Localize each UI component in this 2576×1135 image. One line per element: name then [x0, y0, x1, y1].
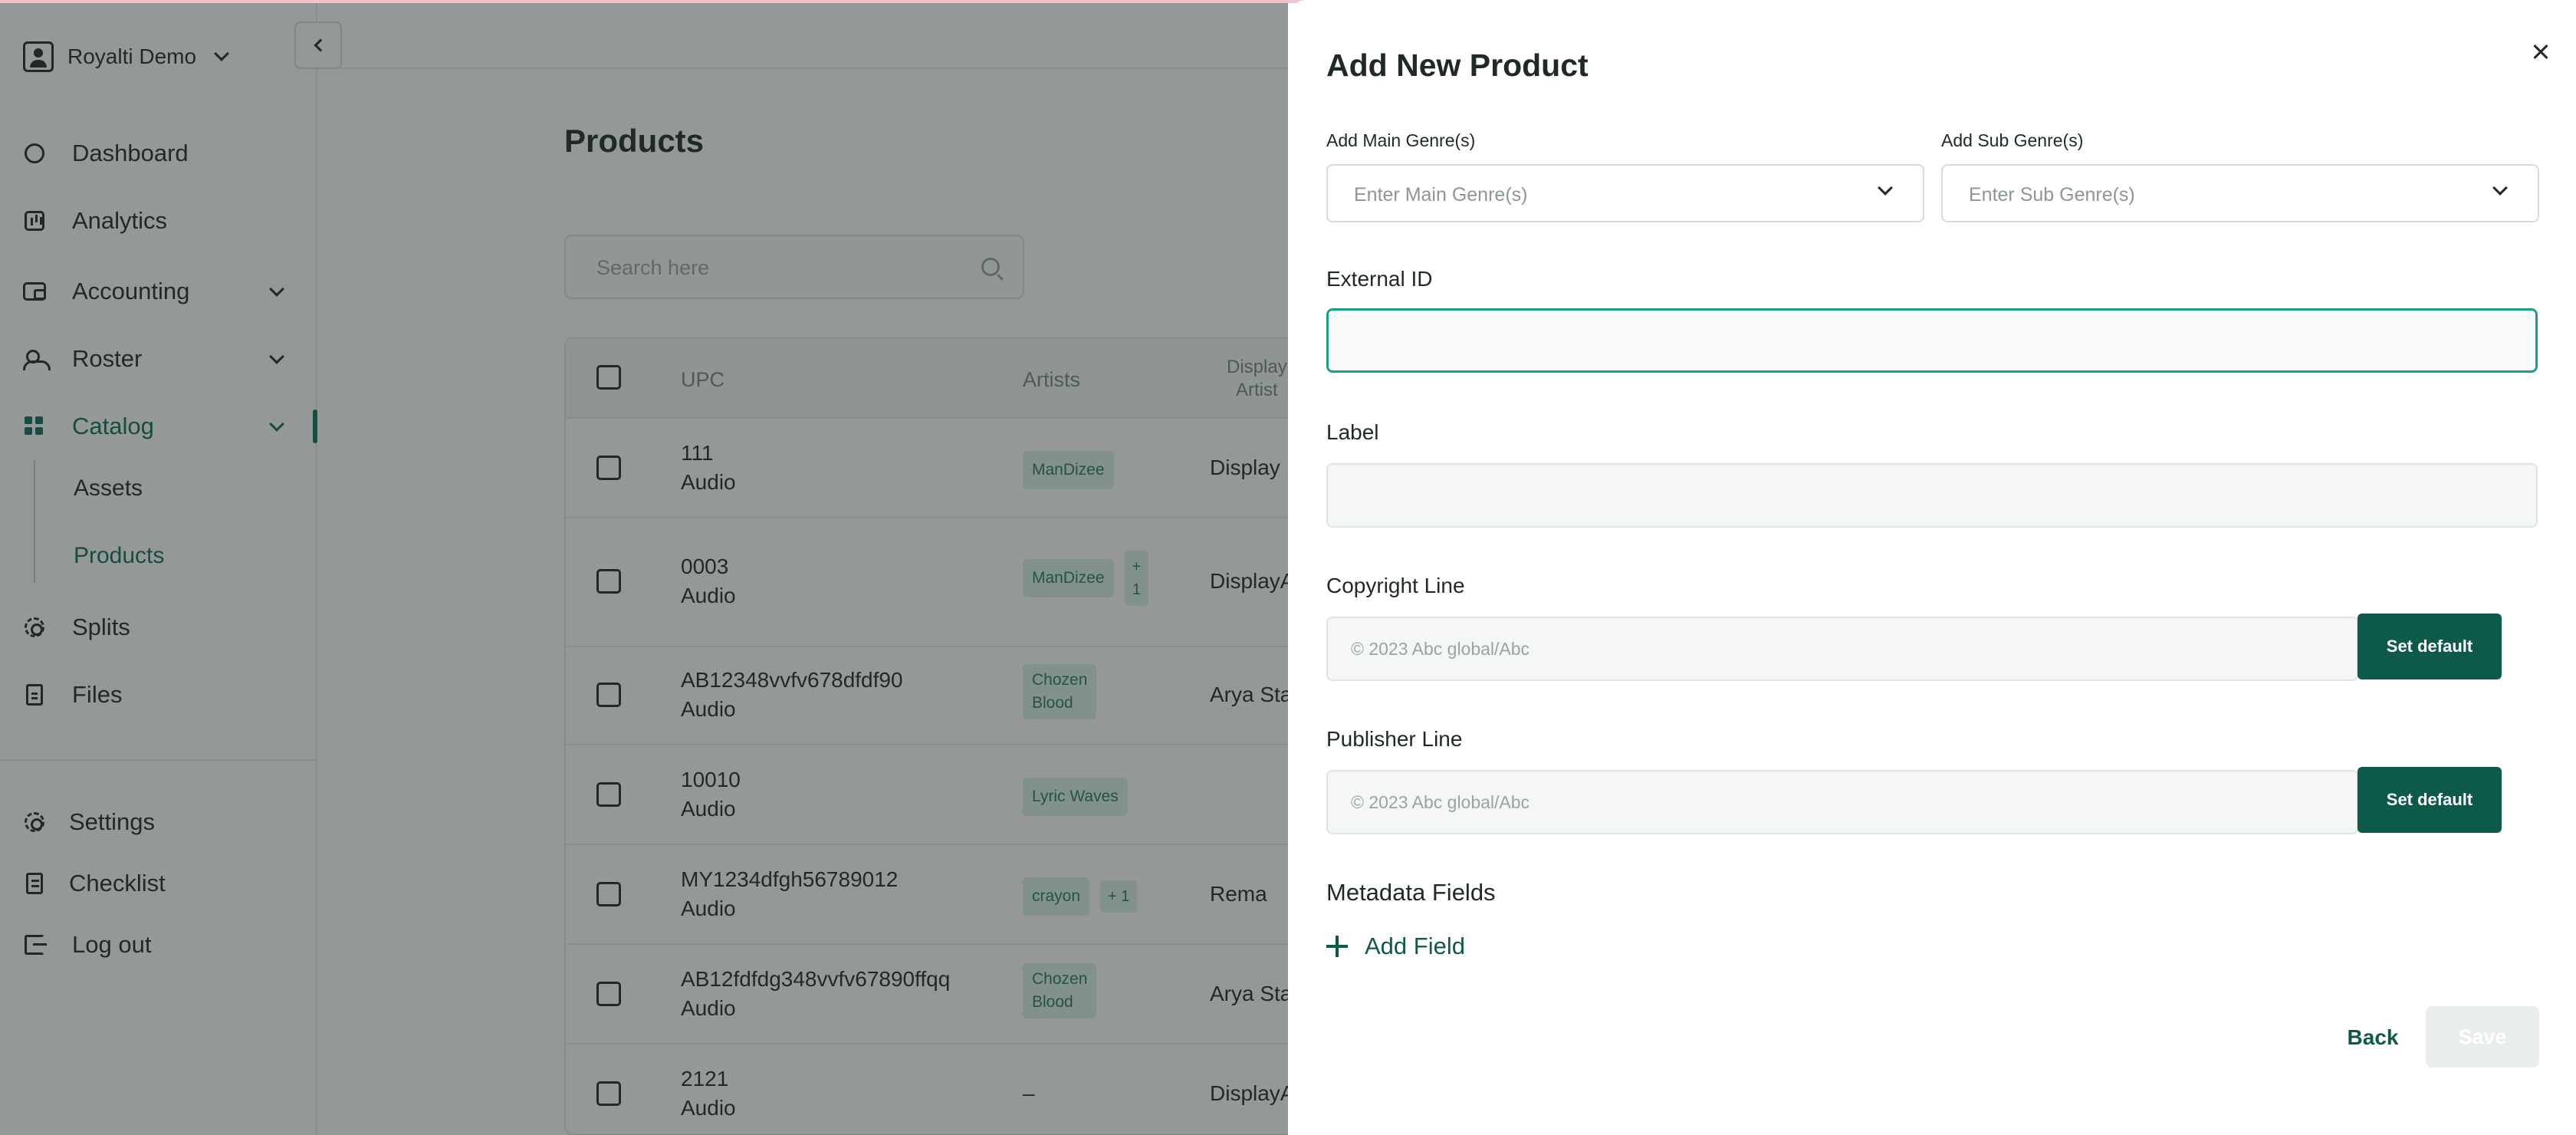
modal-backdrop[interactable]: [0, 0, 1288, 1135]
sub-genre-select[interactable]: Enter Sub Genre(s): [1941, 164, 2539, 222]
chevron-down-icon: [1878, 180, 1893, 196]
publisher-line-input[interactable]: [1326, 770, 2358, 834]
copyright-set-default-button[interactable]: Set default: [2358, 614, 2502, 679]
back-button[interactable]: Back: [2315, 1008, 2430, 1068]
publisher-set-default-button[interactable]: Set default: [2358, 767, 2502, 833]
save-button[interactable]: Save: [2426, 1006, 2539, 1068]
add-product-drawer: Add New Product Add Main Genre(s) Enter …: [1288, 0, 2576, 1135]
add-field-button[interactable]: Add Field: [1326, 928, 1465, 965]
drawer-title: Add New Product: [1326, 48, 1589, 83]
main-genre-select[interactable]: Enter Main Genre(s): [1326, 164, 1924, 222]
copyright-line-input[interactable]: [1326, 617, 2358, 681]
label-input[interactable]: [1326, 463, 2538, 528]
copyright-line-label: Copyright Line: [1326, 574, 1465, 597]
sub-genre-placeholder: Enter Sub Genre(s): [1969, 184, 2135, 206]
chevron-down-icon: [2492, 180, 2508, 196]
metadata-fields-title: Metadata Fields: [1326, 879, 1496, 906]
publisher-line-label: Publisher Line: [1326, 727, 1463, 751]
external-id-label: External ID: [1326, 267, 1433, 291]
add-field-label: Add Field: [1365, 933, 1465, 959]
close-icon[interactable]: [2528, 40, 2553, 64]
label-field-label: Label: [1326, 420, 1379, 444]
external-id-input[interactable]: [1326, 308, 2538, 373]
main-genre-placeholder: Enter Main Genre(s): [1354, 184, 1528, 206]
plus-icon: [1326, 936, 1348, 957]
main-genre-label: Add Main Genre(s): [1326, 130, 1476, 150]
sub-genre-label: Add Sub Genre(s): [1941, 130, 2084, 150]
